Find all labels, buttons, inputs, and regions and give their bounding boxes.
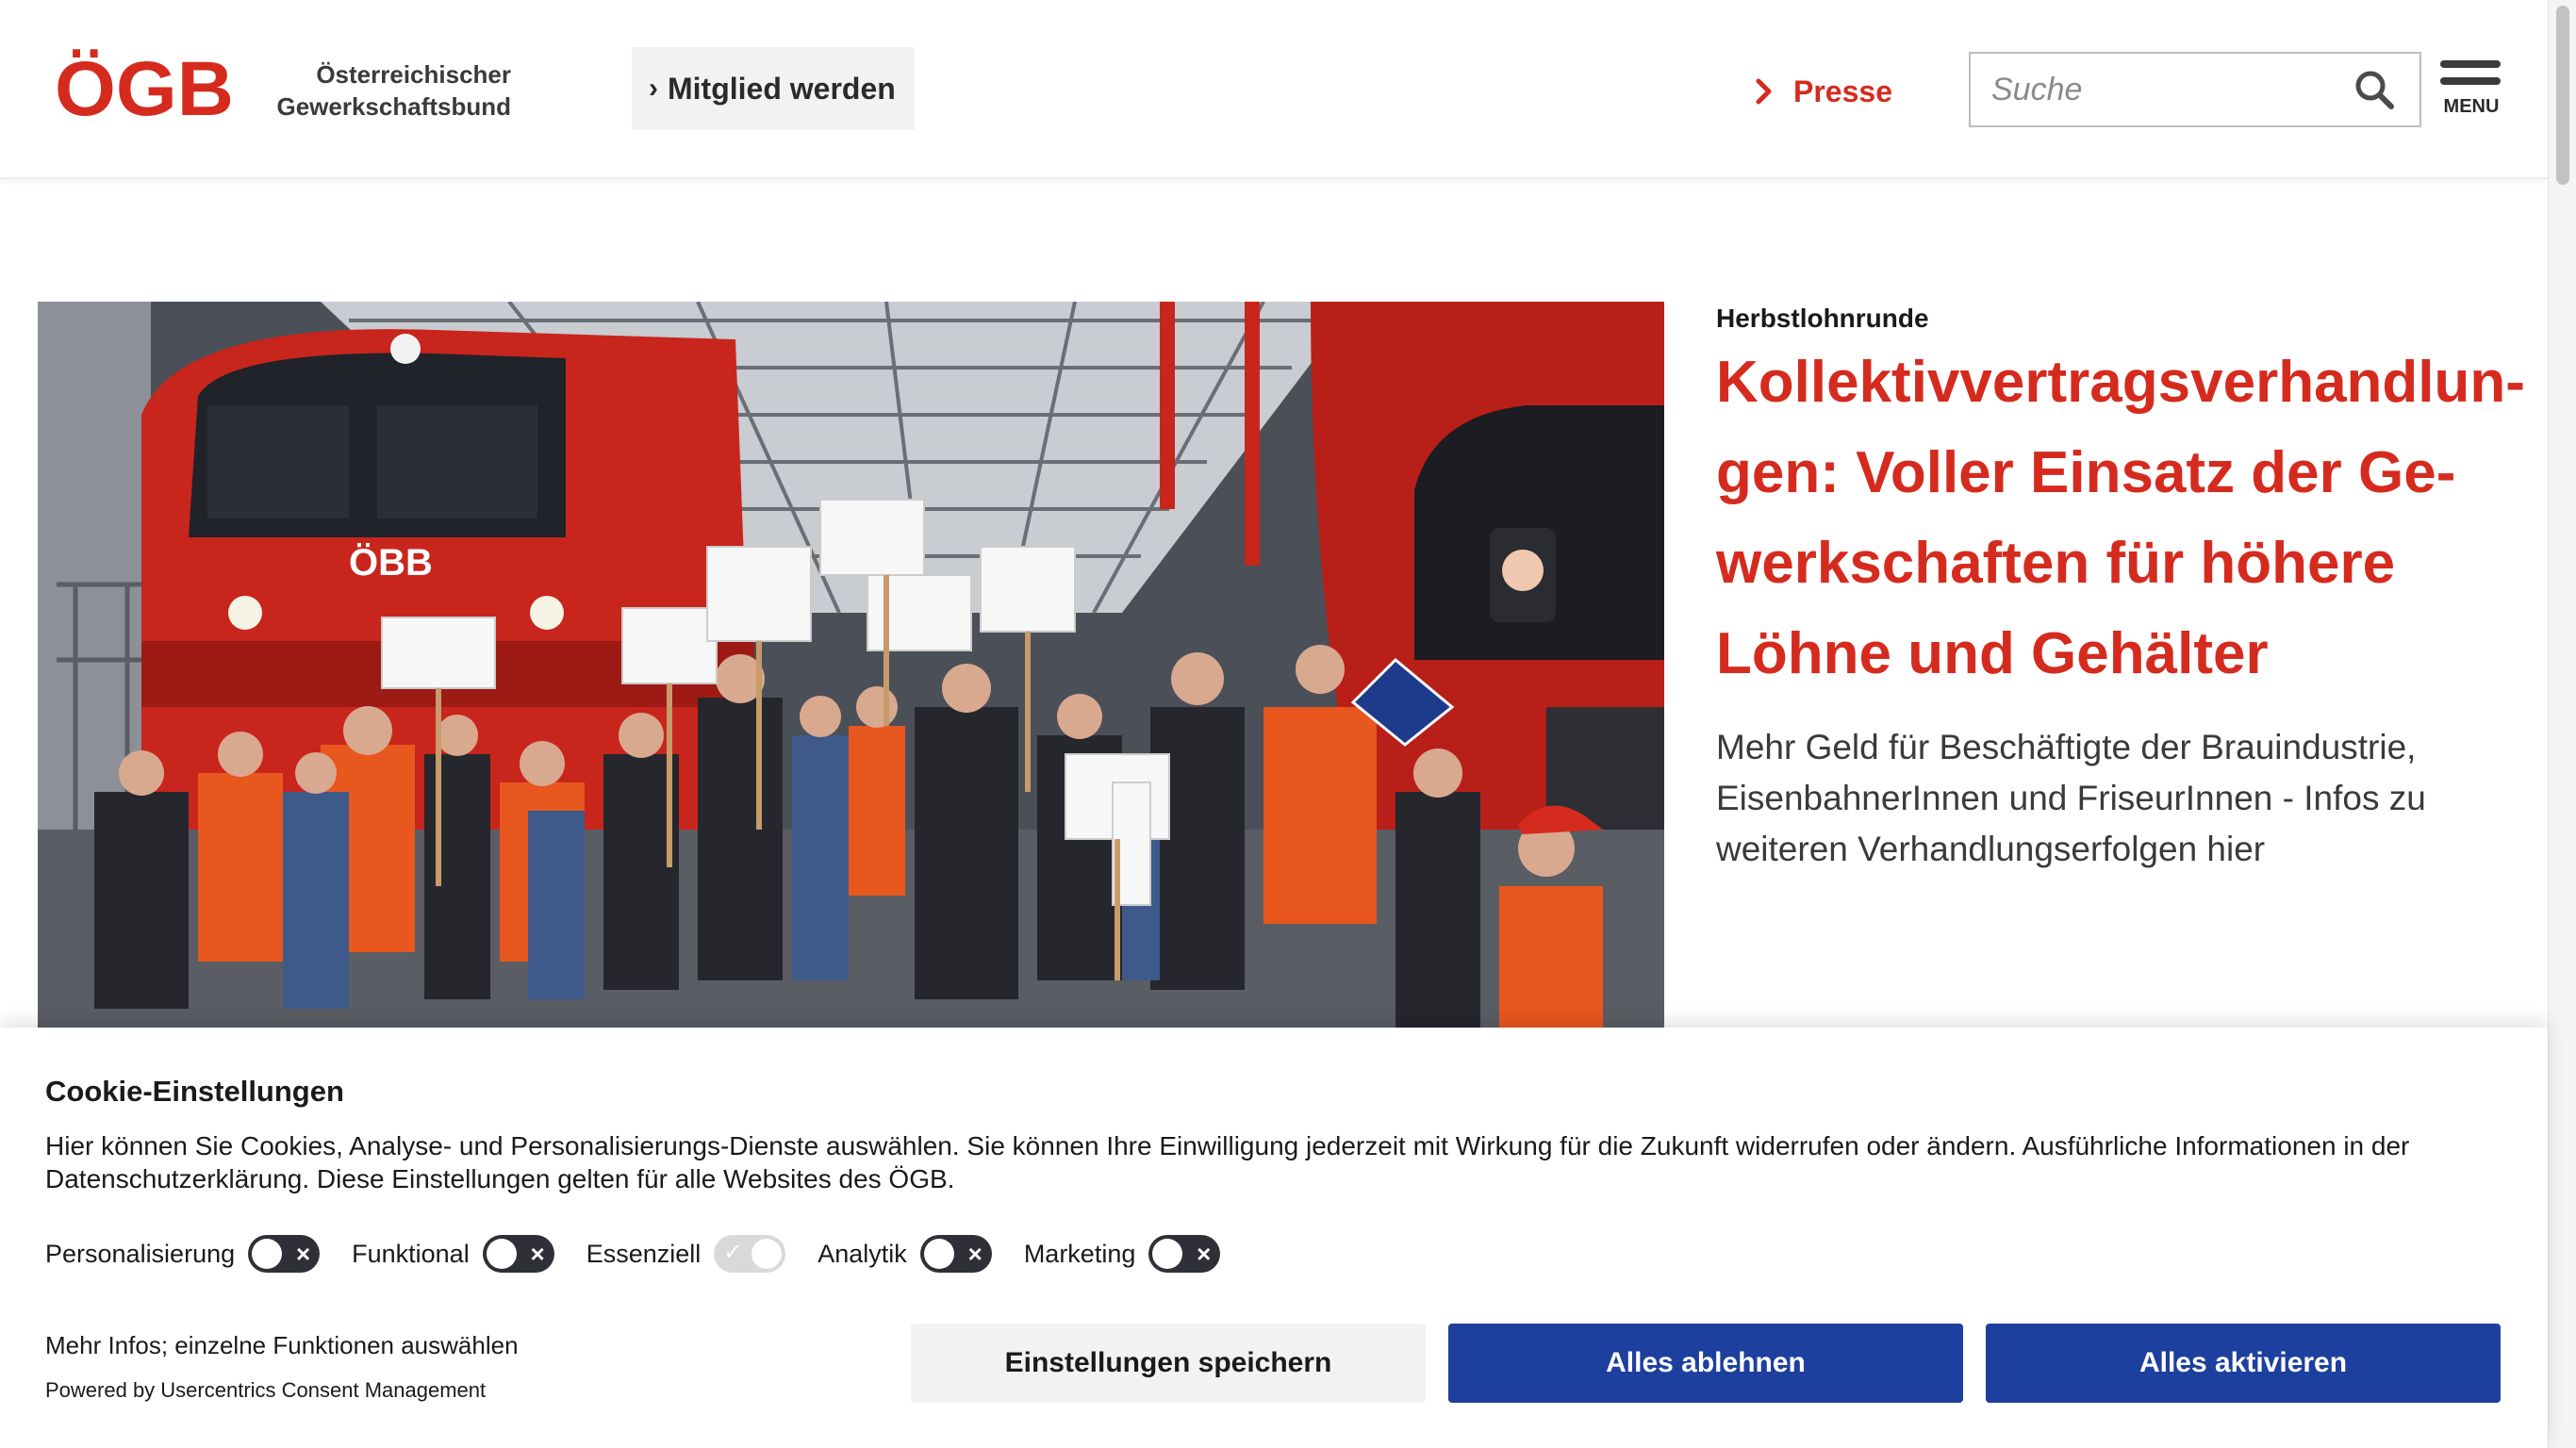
ogb-logo[interactable]: ÖGB bbox=[55, 49, 236, 121]
presse-link[interactable]: Presse bbox=[1756, 68, 1892, 115]
menu-label: MENU bbox=[2443, 96, 2500, 117]
become-member-button[interactable]: › Mitglied werden bbox=[632, 47, 915, 130]
scrollbar-thumb[interactable] bbox=[2556, 6, 2569, 185]
become-member-label: Mitglied werden bbox=[668, 71, 896, 106]
toggle-analytik[interactable]: × bbox=[919, 1235, 992, 1273]
search-icon[interactable] bbox=[2353, 69, 2395, 110]
toggle-knob bbox=[252, 1239, 283, 1269]
hamburger-icon bbox=[2440, 60, 2501, 68]
chevron-right-icon: › bbox=[649, 73, 658, 104]
more-info-link[interactable]: Mehr Infos; einzelne Funktionen auswähle… bbox=[45, 1331, 519, 1360]
toggle-knob bbox=[1152, 1239, 1183, 1269]
toggle-funktional[interactable]: × bbox=[482, 1235, 554, 1273]
toggle-label-marketing: Marketing bbox=[1023, 1239, 1136, 1268]
site-header: ÖGB Österreichischer Gewerkschaftsbund ›… bbox=[0, 0, 2548, 179]
toggle-label-essenziell: Essenziell bbox=[586, 1239, 702, 1268]
toggle-knob bbox=[923, 1239, 954, 1269]
check-icon: ✓ bbox=[723, 1240, 743, 1265]
hero-image[interactable]: ÖBB bbox=[38, 302, 1664, 1028]
vertical-scrollbar[interactable] bbox=[2548, 0, 2576, 1448]
deny-all-button[interactable]: Alles ablehnen bbox=[1448, 1324, 1963, 1403]
org-name: Österreichischer Gewerkschaftsbund bbox=[273, 58, 511, 123]
chevron-right-icon bbox=[1756, 78, 1772, 105]
menu-button[interactable]: MENU bbox=[2438, 60, 2504, 119]
hamburger-icon-bar bbox=[2440, 77, 2501, 85]
search-input[interactable] bbox=[1971, 54, 2348, 125]
accept-all-button[interactable]: Alles aktivieren bbox=[1986, 1324, 2501, 1403]
article-kicker: Herbstlohnrunde bbox=[1716, 304, 1929, 333]
hero-photo: ÖBB bbox=[38, 302, 1664, 1028]
toggle-marketing[interactable]: × bbox=[1148, 1235, 1221, 1273]
locomotive-logo: ÖBB bbox=[349, 541, 433, 584]
cookie-title: Cookie-Einstellungen bbox=[45, 1075, 344, 1108]
article-teaser: Mehr Geld für Beschäftigte der Brauindus… bbox=[1716, 728, 2426, 868]
toggle-knob bbox=[751, 1239, 783, 1269]
toggle-personalisierung[interactable]: × bbox=[248, 1235, 321, 1273]
article-headline[interactable]: Kollektivvertragsverhandlun­gen: Voller … bbox=[1716, 337, 2527, 699]
toggle-essenziell: ✓ bbox=[714, 1235, 786, 1273]
close-icon: × bbox=[967, 1240, 983, 1268]
powered-by-text: Powered by Usercentrics Consent Manageme… bbox=[45, 1378, 487, 1402]
toggle-label-personalisierung: Personalisierung bbox=[45, 1239, 236, 1268]
cookie-banner: Cookie-Einstellungen Hier können Sie Coo… bbox=[0, 1028, 2548, 1448]
toggle-label-analytik: Analytik bbox=[817, 1239, 907, 1268]
logo-wordmark: ÖGB bbox=[55, 49, 234, 121]
presse-label: Presse bbox=[1793, 74, 1892, 108]
toggle-label-funktional: Funktional bbox=[352, 1239, 470, 1268]
save-settings-button[interactable]: Einstellungen speichern bbox=[911, 1324, 1426, 1403]
consent-toggles: Personalisierung × Funktional × Essenzie… bbox=[45, 1233, 1252, 1275]
toggle-knob bbox=[486, 1239, 517, 1269]
close-icon: × bbox=[295, 1240, 311, 1268]
close-icon: × bbox=[1197, 1240, 1212, 1268]
org-name-line2: Gewerkschaftsbund bbox=[276, 92, 511, 121]
org-name-line1: Österreichischer bbox=[316, 60, 511, 89]
close-icon: × bbox=[530, 1240, 545, 1268]
cookie-description: Hier können Sie Cookies, Analyse- und Pe… bbox=[45, 1131, 2410, 1193]
